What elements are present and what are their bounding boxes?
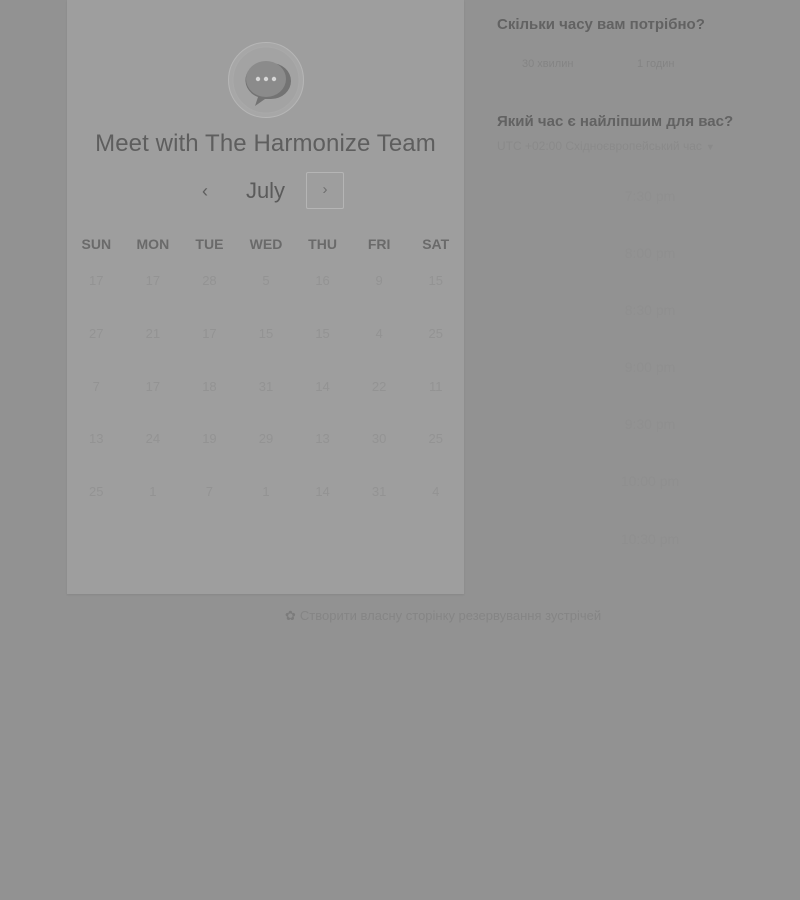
next-month-button[interactable]: › — [306, 172, 344, 209]
footer-link-text: Створити власну сторінку резервування зу… — [299, 608, 602, 623]
page-title: Meet with The Harmonize Team — [95, 130, 436, 157]
calendar-day: 4 — [375, 325, 383, 341]
calendar-day: 30 — [371, 431, 387, 447]
calendar-day: 29 — [258, 431, 274, 447]
calendar-day: 5 — [262, 273, 270, 288]
time-slot-list: 7:30 pm 8:00 pm 8:30 pm 9:00 pm 9:30 pm … — [500, 185, 800, 585]
calendar-day: 14 — [315, 378, 330, 394]
calendar-day: 17 — [145, 378, 161, 394]
weekday-label: SAT — [422, 236, 450, 252]
calendar-day: 22 — [371, 378, 387, 394]
previous-month-button[interactable]: ‹ — [189, 176, 221, 206]
chevron-right-icon: › — [322, 181, 328, 198]
weekday-label: MON — [136, 236, 170, 252]
month-label: July — [245, 178, 286, 203]
calendar-day: 31 — [371, 484, 387, 500]
sprocket-icon: ✿ — [285, 608, 296, 623]
time-slot[interactable]: 10:00 pm — [500, 470, 800, 527]
calendar-panel: Meet with The Harmonize Team ‹ July › SU… — [67, 0, 464, 594]
calendar-day: 31 — [258, 378, 274, 394]
calendar-day: 24 — [145, 431, 161, 447]
caret-down-icon: ▼ — [705, 142, 715, 152]
time-slot[interactable]: 9:30 pm — [500, 413, 800, 470]
chat-bubble-icon — [232, 46, 300, 114]
calendar-day: 25 — [428, 325, 443, 341]
calendar-day: 15 — [428, 273, 443, 288]
calendar-day: 15 — [258, 325, 274, 341]
duration-option-1-hour[interactable]: 1 годин — [637, 58, 674, 76]
calendar-day: 9 — [375, 273, 383, 288]
calendar-day: 4 — [432, 484, 440, 500]
calendar-day: 1 — [149, 484, 157, 500]
weekday-label: FRI — [367, 236, 391, 252]
time-slot[interactable]: 9:00 pm — [500, 356, 800, 413]
calendar-day: 21 — [145, 325, 161, 341]
duration-option-30-min[interactable]: 30 хвилин — [522, 58, 573, 76]
calendar-grid: 17 17 28 5 16 9 15 27 21 17 15 15 4 25 7… — [68, 271, 464, 535]
create-booking-page-link[interactable]: ✿ Створити власну сторінку резервування з… — [285, 608, 685, 624]
calendar-day: 25 — [89, 484, 104, 500]
calendar-day: 14 — [315, 484, 330, 500]
organizer-avatar — [228, 42, 304, 118]
calendar-day: 13 — [89, 431, 104, 447]
calendar-day: 15 — [315, 325, 330, 341]
time-slot[interactable]: 8:30 pm — [500, 299, 800, 356]
calendar-day: 25 — [428, 431, 443, 447]
calendar-day: 13 — [315, 431, 330, 447]
time-heading: Який час є найліпшим для вас? — [497, 113, 734, 130]
chevron-left-icon: ‹ — [202, 181, 208, 201]
calendar-day: 1 — [262, 484, 270, 500]
calendar-day: 7 — [205, 484, 214, 500]
calendar-day: 16 — [315, 273, 330, 288]
calendar-day: 18 — [202, 378, 217, 394]
weekday-label: SUN — [81, 236, 112, 252]
calendar-day: 17 — [202, 325, 217, 341]
weekday-label: THU — [308, 236, 337, 252]
calendar-day: 28 — [202, 273, 217, 288]
calendar-day: 17 — [89, 273, 104, 288]
calendar-day: 19 — [202, 431, 217, 447]
weekday-header: SUN MON TUE WED THU FRI SAT — [68, 236, 464, 252]
meetings-page: Meet with The Harmonize Team ‹ July › SU… — [0, 0, 800, 900]
weekday-label: WED — [249, 236, 283, 252]
duration-heading: Скільки часу вам потрібно? — [497, 16, 705, 33]
time-slot[interactable]: 7:30 pm — [500, 185, 800, 242]
calendar-day: 27 — [89, 325, 104, 341]
time-slot[interactable]: 10:30 pm — [500, 528, 800, 585]
timezone-dropdown[interactable]: UTC +02:00 Східноєвропейський час ▼ — [497, 139, 782, 153]
calendar-day: 17 — [145, 273, 161, 288]
month-navigation: ‹ July › — [67, 170, 464, 212]
weekday-label: TUE — [195, 236, 224, 252]
calendar-day: 7 — [92, 378, 100, 394]
time-slot[interactable]: 8:00 pm — [500, 242, 800, 299]
timezone-label: UTC +02:00 Східноєвропейський час — [497, 139, 702, 153]
calendar-day: 11 — [428, 378, 443, 394]
